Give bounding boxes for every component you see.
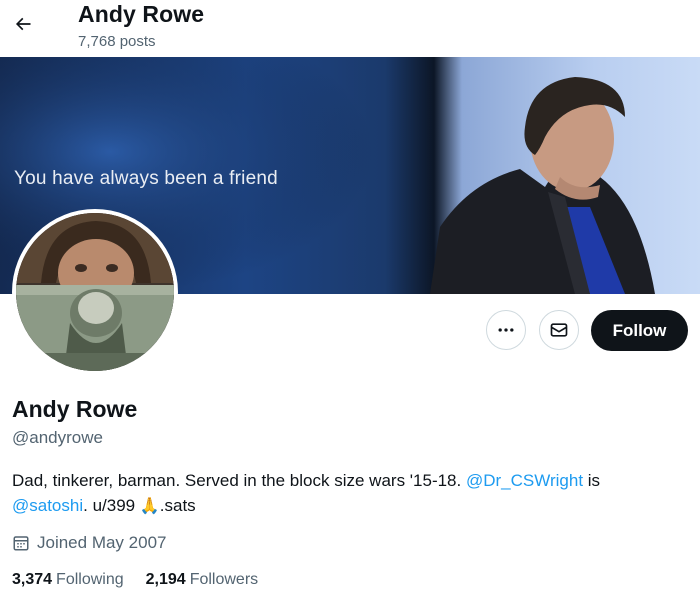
follow-button[interactable]: Follow xyxy=(591,310,688,351)
top-bar: Andy Rowe 7,768 posts xyxy=(0,0,700,57)
bio-text: .sats xyxy=(159,496,196,515)
avatar[interactable] xyxy=(12,209,178,375)
followers-label: Followers xyxy=(189,571,259,588)
praying-hands-emoji: 🙏 xyxy=(139,498,160,515)
envelope-icon xyxy=(550,323,568,337)
back-button[interactable] xyxy=(8,9,38,39)
joined-text: Joined May 2007 xyxy=(37,533,167,552)
header-post-count: 7,768 posts xyxy=(78,33,156,50)
profile-name: Andy Rowe xyxy=(12,396,138,422)
followers-count: 2,194 xyxy=(145,571,186,588)
profile-handle: @andyrowe xyxy=(12,428,103,447)
followers-link[interactable]: 2,194 Followers xyxy=(146,571,259,589)
following-label: Following xyxy=(56,571,124,588)
joined-date: Joined May 2007 xyxy=(12,533,166,553)
message-button[interactable] xyxy=(539,310,579,350)
bio-mention-link[interactable]: @satoshi xyxy=(12,496,83,515)
bio-mention-link[interactable]: @Dr_CSWright xyxy=(466,471,583,490)
profile-stats: 3,374 Following 2,194 Followers xyxy=(12,571,258,589)
bio-text: . u/399 xyxy=(83,496,140,515)
calendar-icon xyxy=(13,536,29,551)
avatar-image xyxy=(16,213,174,371)
header-name: Andy Rowe xyxy=(78,1,205,27)
more-dots-icon xyxy=(498,328,514,332)
arrow-left-icon xyxy=(15,17,31,31)
following-link[interactable]: 3,374 Following xyxy=(12,571,124,589)
bio-text: is xyxy=(583,471,601,490)
more-button[interactable] xyxy=(486,310,526,350)
banner-caption: You have always been a friend xyxy=(14,168,278,189)
bio-text: Dad, tinkerer, barman. Served in the blo… xyxy=(12,471,466,490)
profile-bio: Dad, tinkerer, barman. Served in the blo… xyxy=(12,468,672,519)
following-count: 3,374 xyxy=(12,571,53,588)
